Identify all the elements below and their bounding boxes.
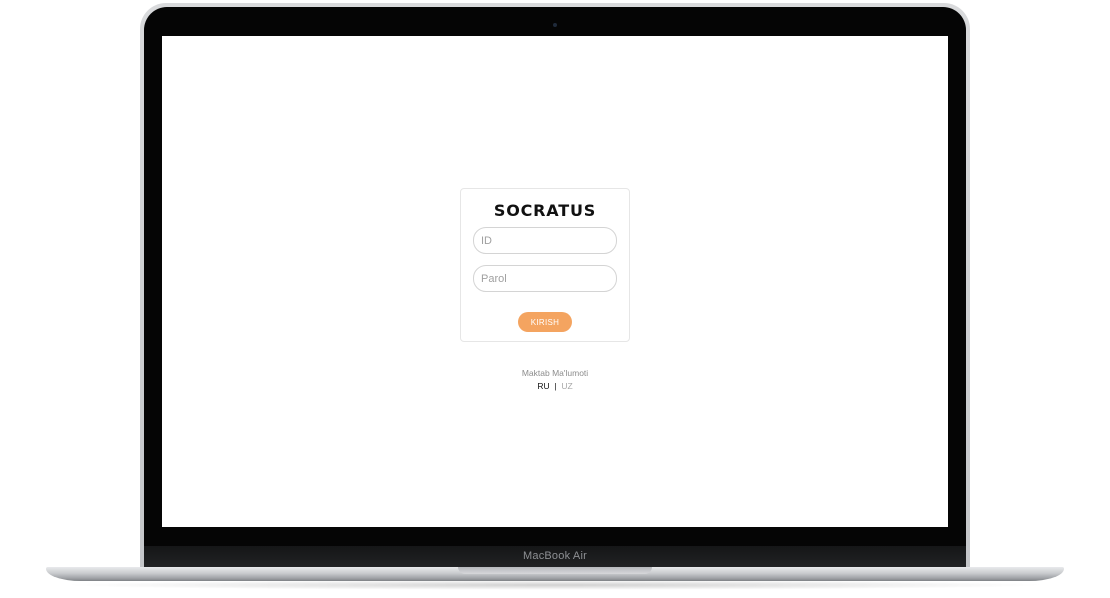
camera-icon: [553, 23, 557, 27]
login-button[interactable]: KIRISH: [518, 312, 572, 332]
browser-viewport: SOCRATUS KIRISH Maktab Ma'lumoti RU | UZ: [162, 36, 948, 527]
language-switcher: RU | UZ: [162, 381, 948, 391]
app-logo: SOCRATUS: [493, 201, 597, 220]
login-card: SOCRATUS KIRISH: [460, 188, 630, 342]
device-label: MacBook Air: [523, 550, 587, 562]
id-input[interactable]: [473, 227, 617, 254]
language-uz-link[interactable]: UZ: [561, 381, 572, 391]
laptop-shadow: [60, 580, 1050, 590]
lid-opening-notch: [458, 567, 652, 574]
language-separator: |: [552, 381, 559, 391]
laptop-mockup: MacBook Air SOCRATUS KIRISH Maktab Ma'lu…: [0, 0, 1110, 598]
password-input[interactable]: [473, 265, 617, 292]
language-ru-link[interactable]: RU: [537, 381, 549, 391]
school-info-link[interactable]: Maktab Ma'lumoti: [162, 368, 948, 378]
